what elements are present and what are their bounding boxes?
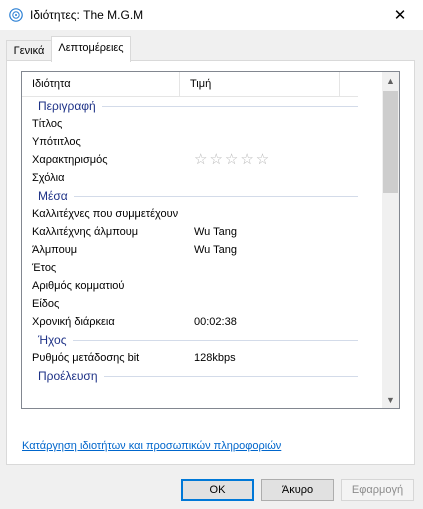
property-value[interactable]: Wu Tang <box>194 241 237 259</box>
group-divider <box>38 340 358 341</box>
column-header-value[interactable]: Τιμή <box>180 72 340 96</box>
property-label: Είδος <box>32 298 60 310</box>
property-value: 128kbps <box>194 352 236 364</box>
list-item-length[interactable]: Χρονική διάρκεια 00:02:38 <box>22 313 358 331</box>
column-header-property[interactable]: Ιδιότητα <box>22 72 180 96</box>
property-label: Καλλιτέχνες που συμμετέχουν <box>32 208 179 220</box>
properties-list[interactable]: Ιδιότητα Τιμή Περιγραφή Τίτλος Υπότιτλος <box>21 71 400 409</box>
window-title: Ιδιότητες: The M.G.M <box>30 8 144 22</box>
rating-stars[interactable]: ☆☆☆☆☆ <box>194 151 271 169</box>
group-header-origin[interactable]: Προέλευση <box>22 367 358 385</box>
apply-button[interactable]: Εφαρμογή <box>341 479 414 501</box>
list-item-subtitle[interactable]: Υπότιτλος <box>22 133 358 151</box>
list-item-contributing-artists[interactable]: Καλλιτέχνες που συμμετέχουν <box>22 205 358 223</box>
group-header-media[interactable]: Μέσα <box>22 187 358 205</box>
property-label: Καλλιτέχνης άλμπουμ <box>32 226 139 238</box>
audio-file-icon <box>9 8 23 22</box>
property-value[interactable]: Wu Tang <box>194 223 237 241</box>
ok-button[interactable]: OK <box>181 479 254 501</box>
list-header: Ιδιότητα Τιμή <box>22 72 358 97</box>
group-label: Περιγραφή <box>38 97 102 115</box>
remove-properties-link[interactable]: Κατάργηση ιδιοτήτων και προσωπικών πληρο… <box>22 440 281 452</box>
list-item-rating[interactable]: Χαρακτηρισμός ☆☆☆☆☆ <box>22 151 358 169</box>
scrollbar-thumb[interactable] <box>383 91 398 193</box>
property-label: Ρυθμός μετάδοσης bit <box>32 352 140 364</box>
list-rows: Περιγραφή Τίτλος Υπότιτλος Χαρακτηρισμός… <box>22 96 358 385</box>
property-value: 00:02:38 <box>194 316 237 328</box>
property-label: Σχόλια <box>32 172 65 184</box>
property-label: Χρονική διάρκεια <box>32 316 115 328</box>
group-header-description[interactable]: Περιγραφή <box>22 97 358 115</box>
scroll-down-arrow-icon[interactable]: ▼ <box>382 391 399 408</box>
property-label: Αριθμός κομματιού <box>32 280 125 292</box>
tab-details[interactable]: Λεπτομέρειες <box>51 36 131 62</box>
scroll-up-arrow-icon[interactable]: ▲ <box>382 72 399 89</box>
property-label: Άλμπουμ <box>32 244 78 256</box>
cancel-button[interactable]: Άκυρο <box>261 479 334 501</box>
group-label: Προέλευση <box>38 367 104 385</box>
list-item-comments[interactable]: Σχόλια <box>22 169 358 187</box>
property-label: Έτος <box>32 262 57 274</box>
title-bar[interactable]: Ιδιότητες: The M.G.M ✕ <box>0 0 423 30</box>
list-item-bit-rate[interactable]: Ρυθμός μετάδοσης bit 128kbps <box>22 349 358 367</box>
tab-general[interactable]: Γενικά <box>6 40 52 61</box>
details-tab-panel: Ιδιότητα Τιμή Περιγραφή Τίτλος Υπότιτλος <box>6 60 415 465</box>
close-icon: ✕ <box>393 7 407 24</box>
close-button[interactable]: ✕ <box>377 0 423 30</box>
list-item-genre[interactable]: Είδος <box>22 295 358 313</box>
property-label: Χαρακτηρισμός <box>32 154 108 166</box>
list-item-year[interactable]: Έτος <box>22 259 358 277</box>
list-item-album[interactable]: Άλμπουμ Wu Tang <box>22 241 358 259</box>
list-item-album-artist[interactable]: Καλλιτέχνης άλμπουμ Wu Tang <box>22 223 358 241</box>
property-label: Υπότιτλος <box>32 136 81 148</box>
group-header-audio[interactable]: Ήχος <box>22 331 358 349</box>
list-item-title[interactable]: Τίτλος <box>22 115 358 133</box>
group-label: Μέσα <box>38 187 74 205</box>
group-divider <box>38 196 358 197</box>
list-item-track-number[interactable]: Αριθμός κομματιού <box>22 277 358 295</box>
properties-dialog: Ιδιότητες: The M.G.M ✕ Γενικά Λεπτομέρει… <box>0 0 423 509</box>
property-label: Τίτλος <box>32 118 63 130</box>
vertical-scrollbar[interactable]: ▲ ▼ <box>382 72 399 408</box>
group-label: Ήχος <box>38 331 73 349</box>
